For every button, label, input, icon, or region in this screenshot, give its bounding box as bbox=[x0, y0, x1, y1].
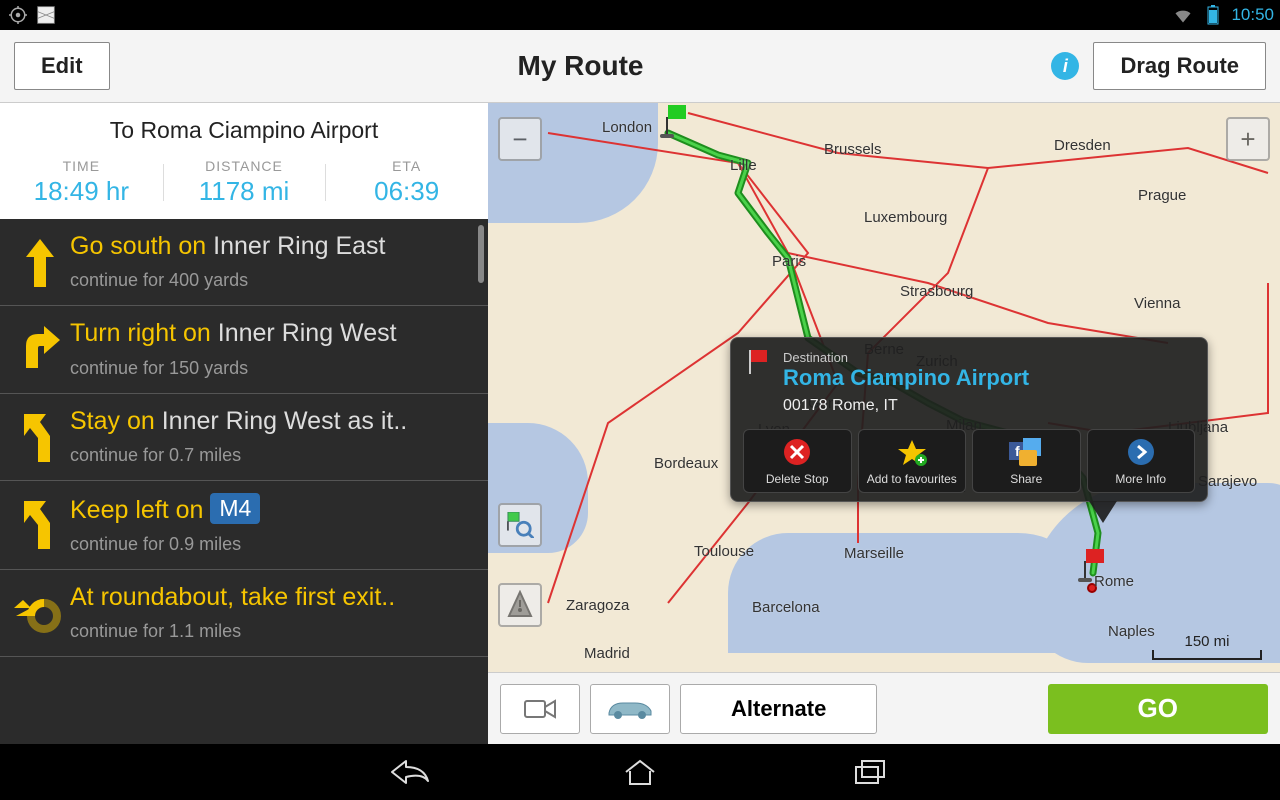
android-status-bar: 10:50 bbox=[0, 0, 1280, 30]
zoom-out-button[interactable]: − bbox=[498, 117, 542, 161]
steps-scrollbar[interactable] bbox=[478, 225, 484, 283]
battery-icon bbox=[1201, 3, 1225, 27]
camera-view-button[interactable] bbox=[500, 684, 580, 734]
popup-destination-name: Roma Ciampino Airport bbox=[783, 365, 1029, 391]
map-action-bar: Alternate GO bbox=[488, 672, 1280, 744]
route-stats: TIME 18:49 hr DISTANCE 1178 mi ETA 06:39 bbox=[0, 154, 488, 219]
app-header: Edit My Route i Drag Route bbox=[0, 30, 1280, 103]
arrow-bear-left-icon bbox=[10, 406, 70, 466]
destination-popup: Destination Roma Ciampino Airport 00178 … bbox=[730, 337, 1208, 502]
step-item[interactable]: At roundabout, take first exit.. continu… bbox=[0, 570, 488, 657]
wifi-icon bbox=[1171, 3, 1195, 27]
recent-apps-button[interactable] bbox=[845, 755, 895, 789]
map-icon bbox=[34, 3, 58, 27]
drag-route-button[interactable]: Drag Route bbox=[1093, 42, 1266, 90]
destination-title: To Roma Ciampino Airport bbox=[0, 103, 488, 154]
status-time: 10:50 bbox=[1231, 5, 1274, 25]
step-item[interactable]: Keep left on M4 continue for 0.9 miles bbox=[0, 481, 488, 570]
map-canvas[interactable]: London Lille Brussels Luxembourg Paris S… bbox=[488, 103, 1280, 672]
more-info-button[interactable]: More Info bbox=[1087, 429, 1196, 493]
alternate-button[interactable]: Alternate bbox=[680, 684, 877, 734]
go-button[interactable]: GO bbox=[1048, 684, 1268, 734]
map-panel: London Lille Brussels Luxembourg Paris S… bbox=[488, 103, 1280, 744]
flag-icon bbox=[747, 350, 773, 380]
delete-stop-button[interactable]: Delete Stop bbox=[743, 429, 852, 493]
road-shield: M4 bbox=[210, 493, 260, 524]
steps-list[interactable]: Go south on Inner Ring East continue for… bbox=[0, 219, 488, 744]
traffic-button[interactable] bbox=[498, 583, 542, 627]
stat-eta: ETA 06:39 bbox=[325, 158, 488, 207]
vehicle-button[interactable] bbox=[590, 684, 670, 734]
add-favourite-button[interactable]: Add to favourites bbox=[858, 429, 967, 493]
popup-destination-address: 00178 Rome, IT bbox=[783, 397, 1029, 415]
edit-button[interactable]: Edit bbox=[14, 42, 110, 90]
stat-time: TIME 18:49 hr bbox=[0, 158, 163, 207]
step-item[interactable]: Stay on Inner Ring West as it.. continue… bbox=[0, 394, 488, 481]
android-nav-bar bbox=[0, 744, 1280, 800]
gps-icon bbox=[6, 3, 30, 27]
map-scale: 150 mi bbox=[1152, 633, 1262, 660]
info-icon[interactable]: i bbox=[1051, 52, 1079, 80]
route-overview-button[interactable] bbox=[498, 503, 542, 547]
arrow-right-icon bbox=[10, 318, 70, 378]
arrow-bear-left-icon bbox=[10, 493, 70, 555]
roundabout-icon bbox=[10, 582, 70, 642]
arrow-straight-icon bbox=[10, 231, 70, 291]
page-title: My Route bbox=[110, 50, 1052, 82]
step-item[interactable]: Turn right on Inner Ring West continue f… bbox=[0, 306, 488, 393]
share-button[interactable]: f Share bbox=[972, 429, 1081, 493]
zoom-in-button[interactable]: + bbox=[1226, 117, 1270, 161]
step-item[interactable]: Go south on Inner Ring East continue for… bbox=[0, 219, 488, 306]
directions-panel: To Roma Ciampino Airport TIME 18:49 hr D… bbox=[0, 103, 488, 744]
home-button[interactable] bbox=[615, 755, 665, 789]
stat-distance: DISTANCE 1178 mi bbox=[163, 158, 326, 207]
back-button[interactable] bbox=[385, 755, 435, 789]
